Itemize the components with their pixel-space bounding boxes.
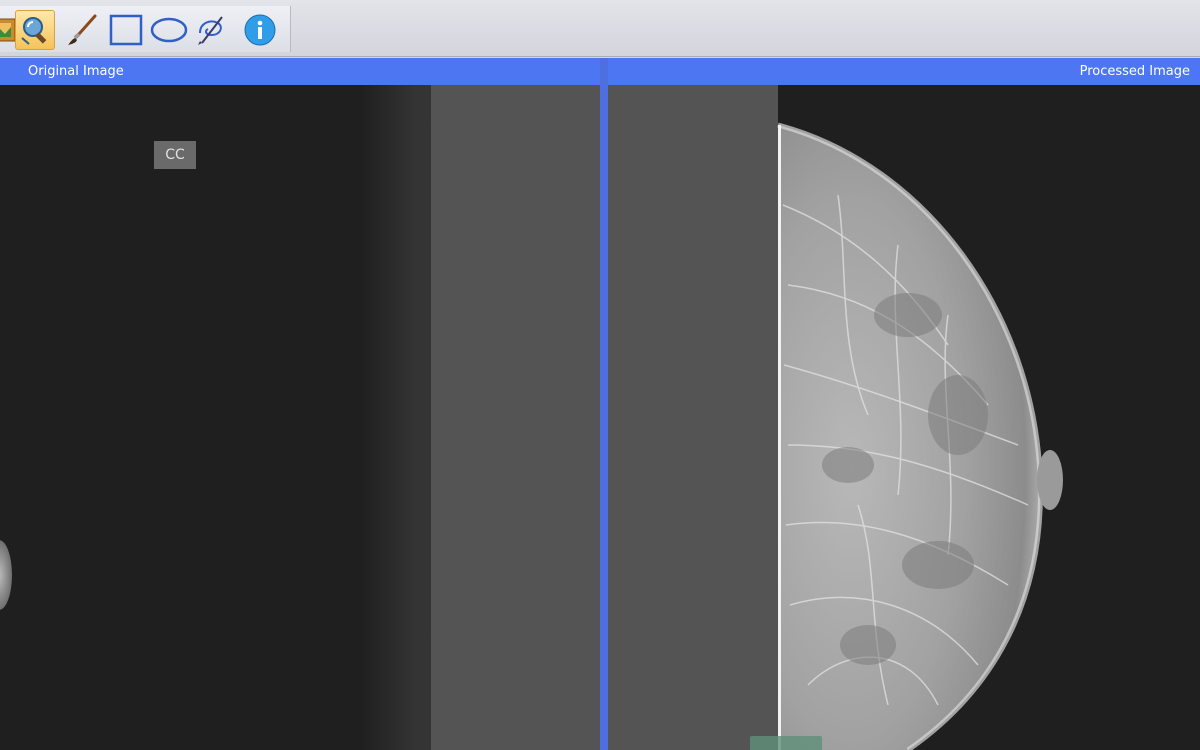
panel-splitter[interactable] — [600, 58, 608, 750]
tool-group — [0, 6, 291, 52]
original-image-viewer[interactable]: CC — [0, 85, 600, 750]
paintbrush-icon[interactable] — [62, 10, 102, 50]
mammography-viewer-app: Original Image Processed Image CC — [0, 0, 1200, 750]
ellipse-icon[interactable] — [149, 10, 189, 50]
tissue-edge-shading — [360, 85, 432, 750]
scroll-marker[interactable] — [750, 736, 822, 750]
magnifier-select-icon[interactable] — [15, 10, 55, 50]
processed-image-header: Processed Image — [606, 58, 1200, 85]
original-image-title: Original Image — [28, 64, 124, 79]
processed-image-title: Processed Image — [1079, 64, 1190, 79]
toolbar — [0, 0, 1200, 57]
rectangle-icon[interactable] — [106, 10, 146, 50]
original-image-header: Original Image — [0, 58, 600, 85]
view-label-badge: CC — [154, 141, 196, 169]
info-icon[interactable] — [240, 10, 280, 50]
mammogram-image — [777, 122, 1063, 750]
processed-image-viewer[interactable] — [608, 85, 1200, 750]
image-feature-left — [0, 540, 12, 610]
original-side-strip — [431, 85, 600, 750]
freehand-lasso-icon[interactable] — [191, 10, 231, 50]
